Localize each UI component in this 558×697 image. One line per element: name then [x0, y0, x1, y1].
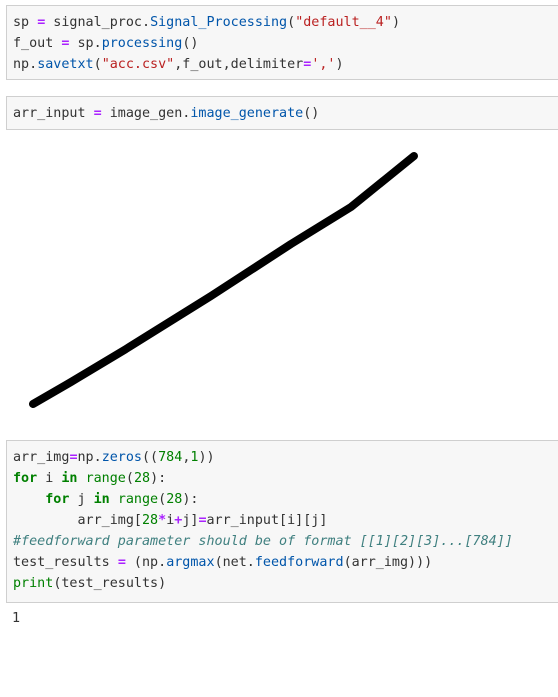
- code-token: range: [85, 471, 126, 486]
- code-token: feedforward: [254, 555, 344, 570]
- code-line: #feedforward parameter should be of form…: [13, 531, 558, 552]
- code-token: 28: [133, 471, 151, 486]
- code-token: for: [13, 471, 38, 486]
- code-line: arr_input = image_gen.image_generate(): [13, 103, 558, 124]
- code-token: Signal_Processing: [150, 15, 288, 30]
- code-line: test_results = (np.argmax(net.feedforwar…: [13, 552, 558, 573]
- code-token: "acc.csv": [101, 57, 175, 72]
- code-token: (: [158, 492, 167, 507]
- code-token: ((: [142, 450, 159, 465]
- code-token: 28: [142, 513, 159, 528]
- code-token: =: [69, 450, 78, 465]
- code-token: ): [335, 57, 344, 72]
- code-cell-feedforward[interactable]: arr_img=np.zeros((784,1)) for i in range(…: [6, 440, 558, 603]
- code-token: (arr_img))): [343, 555, 433, 570]
- image-output: [6, 140, 558, 432]
- code-token: signal_proc.: [45, 15, 151, 30]
- code-token: f_out: [13, 36, 54, 51]
- code-token: j]: [182, 513, 199, 528]
- code-token: (): [303, 106, 320, 121]
- code-line: arr_img=np.zeros((784,1)): [13, 447, 558, 468]
- code-line: sp = signal_proc.Signal_Processing("defa…: [13, 12, 558, 33]
- code-cell-signal-processing[interactable]: sp = signal_proc.Signal_Processing("defa…: [6, 5, 558, 80]
- code-token: ,f_out,delimiter: [174, 57, 304, 72]
- code-token: )): [198, 450, 215, 465]
- code-token: =: [198, 513, 207, 528]
- code-line: for i in range(28):: [13, 468, 558, 489]
- code-token: print: [13, 576, 54, 591]
- code-token: arr_input: [13, 106, 86, 121]
- code-token: processing: [101, 36, 183, 51]
- code-token: j: [69, 492, 94, 507]
- code-line: np.savetxt("acc.csv",f_out,delimiter=','…: [13, 54, 558, 75]
- code-token: savetxt: [37, 57, 94, 72]
- code-token: zeros: [101, 450, 142, 465]
- code-token: arr_img[: [13, 513, 142, 528]
- code-token: i: [37, 471, 62, 486]
- code-token: ):: [150, 471, 167, 486]
- code-token: 28: [166, 492, 183, 507]
- code-token: for: [45, 492, 70, 507]
- code-token: test_results: [13, 555, 110, 570]
- code-token: argmax: [166, 555, 215, 570]
- code-token: (net.: [214, 555, 255, 570]
- code-line: f_out = sp.processing(): [13, 33, 558, 54]
- code-token: (np.: [125, 555, 167, 570]
- code-token: arr_input[i][j]: [206, 513, 328, 528]
- code-token: (: [125, 471, 134, 486]
- code-token: image_generate: [190, 106, 304, 121]
- code-token: np.: [13, 57, 38, 72]
- code-token: (: [93, 57, 102, 72]
- code-token: "default__4": [295, 15, 392, 30]
- drawn-stroke: [29, 152, 418, 408]
- drawn-stroke-image: [29, 152, 418, 408]
- code-line: for j in range(28):: [13, 489, 558, 510]
- code-token: ',': [311, 57, 336, 72]
- code-token: in: [93, 492, 110, 507]
- code-token: =: [117, 555, 126, 570]
- code-token: sp: [13, 15, 30, 30]
- code-token: arr_img: [13, 450, 70, 465]
- code-cell-image-generate[interactable]: arr_input = image_gen.image_generate(): [6, 96, 558, 130]
- code-token: =: [93, 106, 102, 121]
- cell-output-result: 1: [12, 611, 21, 626]
- code-token: ): [391, 15, 400, 30]
- code-line: arr_img[28*i+j]=arr_input[i][j]: [13, 510, 558, 531]
- code-token: image_gen.: [101, 106, 191, 121]
- code-token: sp.: [69, 36, 102, 51]
- code-token: np.: [77, 450, 102, 465]
- code-token: (: [287, 15, 296, 30]
- code-token: 784: [158, 450, 183, 465]
- code-line: print(test_results): [13, 573, 558, 594]
- code-token: (test_results): [53, 576, 167, 591]
- code-token: in: [61, 471, 78, 486]
- code-token: *: [158, 513, 167, 528]
- code-token: #feedforward parameter should be of form…: [13, 534, 513, 549]
- code-token: ):: [182, 492, 199, 507]
- code-token: range: [117, 492, 159, 507]
- code-token: (): [182, 36, 199, 51]
